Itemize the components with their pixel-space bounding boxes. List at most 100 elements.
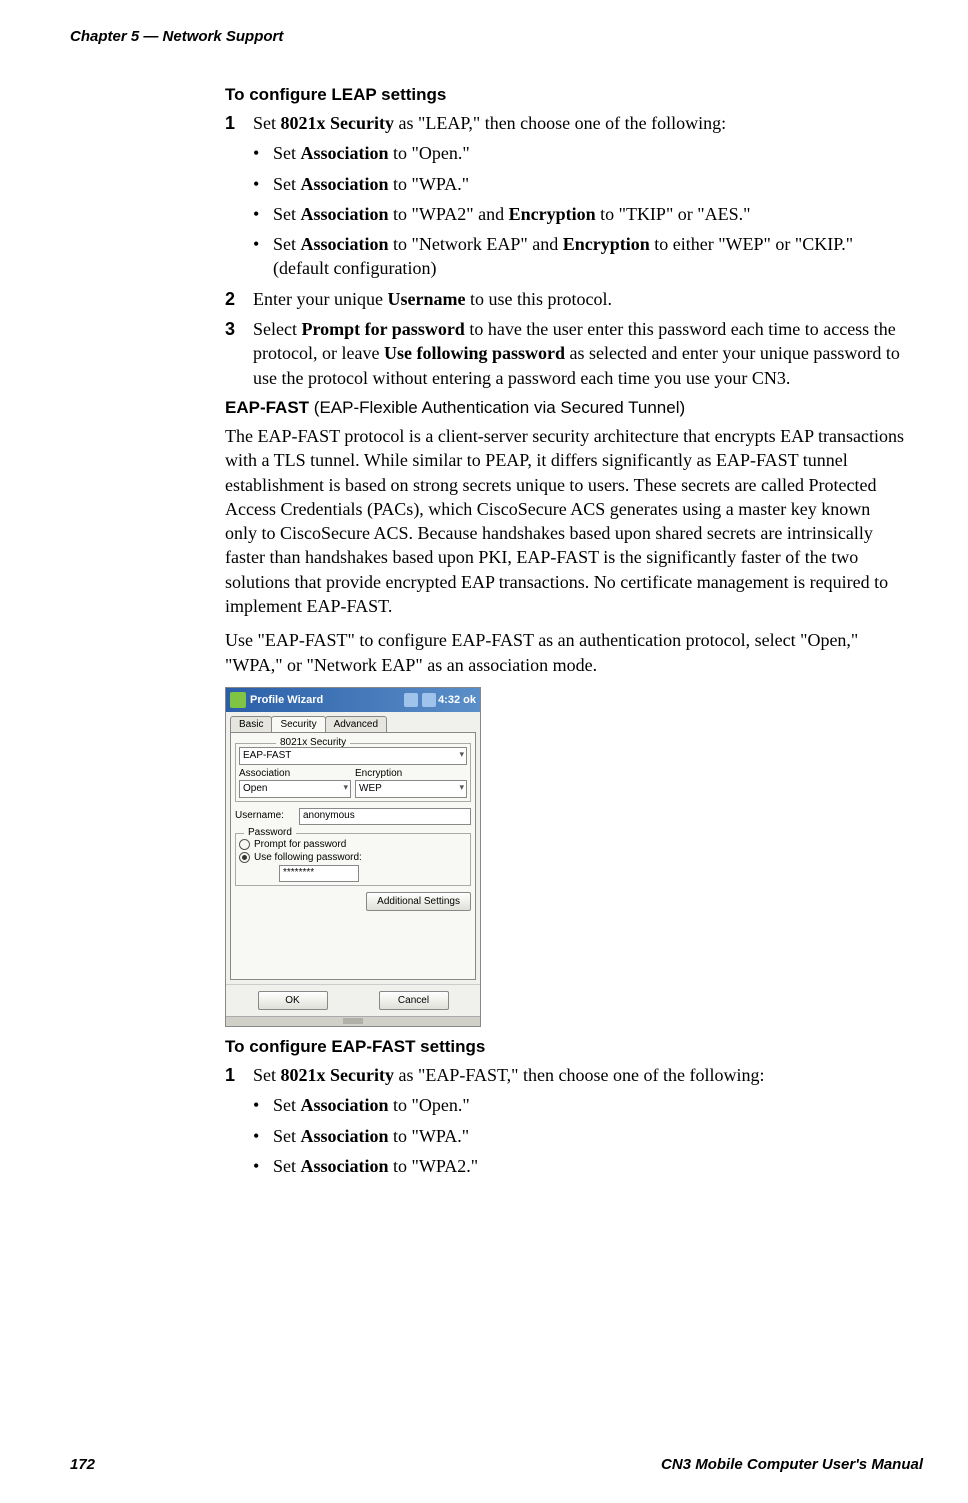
eapfast-config-heading: To configure EAP-FAST settings xyxy=(225,1037,905,1057)
bullet-dot: • xyxy=(253,141,273,165)
text-fragment: Set xyxy=(273,1095,301,1115)
bullet-text: Set Association to "Open." xyxy=(273,1093,905,1117)
bullet-dot: • xyxy=(253,1154,273,1178)
text-fragment: to "Open." xyxy=(389,1095,470,1115)
text-bold: Association xyxy=(301,204,389,224)
tab-security[interactable]: Security xyxy=(271,716,325,732)
cancel-button[interactable]: Cancel xyxy=(379,991,449,1010)
sip-bar[interactable] xyxy=(226,1016,480,1026)
text-bold: Encryption xyxy=(563,234,650,254)
signal-icon[interactable] xyxy=(404,693,418,707)
leap-bullet: • Set Association to "WPA." xyxy=(253,172,905,196)
text-fragment: as "LEAP," then choose one of the follow… xyxy=(394,113,726,133)
bullet-dot: • xyxy=(253,232,273,281)
text-fragment: Set xyxy=(273,1156,301,1176)
bullet-dot: • xyxy=(253,202,273,226)
eapfast-bullet: • Set Association to "Open." xyxy=(253,1093,905,1117)
tab-advanced[interactable]: Advanced xyxy=(325,716,387,732)
main-content: To configure LEAP settings 1 Set 8021x S… xyxy=(225,85,905,1184)
password-input[interactable]: ******** xyxy=(279,865,359,882)
radio-prompt-password[interactable]: Prompt for password xyxy=(239,839,467,850)
text-bold: Use following password xyxy=(384,343,565,363)
eapfast-paragraph: Use "EAP-FAST" to configure EAP-FAST as … xyxy=(225,628,905,677)
password-group: Password Prompt for password Use followi… xyxy=(235,833,471,886)
leap-step-1: 1 Set 8021x Security as "LEAP," then cho… xyxy=(225,111,905,135)
text-fragment: Select xyxy=(253,319,301,339)
step-text: Select Prompt for password to have the u… xyxy=(253,317,905,390)
text-bold: Association xyxy=(301,174,389,194)
text-fragment: (EAP-Flexible Authentication via Secured… xyxy=(309,398,685,417)
text-bold: EAP-FAST xyxy=(225,398,309,417)
step-number: 1 xyxy=(225,111,253,135)
text-fragment: to "Open." xyxy=(389,143,470,163)
text-bold: Encryption xyxy=(509,204,596,224)
step-number: 1 xyxy=(225,1063,253,1087)
start-icon[interactable] xyxy=(230,692,246,708)
username-label: Username: xyxy=(235,810,295,821)
encryption-select[interactable]: WEP xyxy=(355,780,467,798)
eapfast-heading: EAP-FAST (EAP-Flexible Authentication vi… xyxy=(225,398,905,418)
text-fragment: Set xyxy=(273,1126,301,1146)
text-fragment: as "EAP-FAST," then choose one of the fo… xyxy=(394,1065,764,1085)
volume-icon[interactable] xyxy=(422,693,436,707)
text-fragment: to "WPA2" and xyxy=(389,204,509,224)
text-fragment: to "Network EAP" and xyxy=(389,234,563,254)
security-group: 8021x Security EAP-FAST Association Open… xyxy=(235,743,471,802)
clock: 4:32 xyxy=(438,694,460,706)
step-text: Set 8021x Security as "EAP-FAST," then c… xyxy=(253,1063,905,1087)
text-fragment: to "WPA." xyxy=(389,174,470,194)
encryption-label: Encryption xyxy=(355,768,467,779)
bullet-text: Set Association to "WPA." xyxy=(273,1124,905,1148)
page-header: Chapter 5 — Network Support xyxy=(70,28,283,45)
page-footer: 172 CN3 Mobile Computer User's Manual xyxy=(70,1456,923,1473)
leap-heading: To configure LEAP settings xyxy=(225,85,905,105)
security-panel: 8021x Security EAP-FAST Association Open… xyxy=(230,732,476,980)
keyboard-icon xyxy=(343,1018,363,1024)
text-fragment: to "WPA2." xyxy=(389,1156,479,1176)
text-fragment: Enter your unique xyxy=(253,289,387,309)
eapfast-bullet: • Set Association to "WPA." xyxy=(253,1124,905,1148)
step-text: Enter your unique Username to use this p… xyxy=(253,287,905,311)
text-bold: Association xyxy=(301,143,389,163)
association-select[interactable]: Open xyxy=(239,780,351,798)
tab-bar: Basic Security Advanced xyxy=(226,712,480,732)
bullet-dot: • xyxy=(253,1093,273,1117)
text-fragment: to "WPA." xyxy=(389,1126,470,1146)
security-select[interactable]: EAP-FAST xyxy=(239,747,467,765)
text-fragment: Set xyxy=(273,204,301,224)
text-fragment: to use this protocol. xyxy=(465,289,612,309)
leap-step-2: 2 Enter your unique Username to use this… xyxy=(225,287,905,311)
bullet-text: Set Association to "WPA." xyxy=(273,172,905,196)
step-number: 2 xyxy=(225,287,253,311)
ok-title-button[interactable]: ok xyxy=(463,694,476,706)
radio-label: Use following password: xyxy=(254,852,362,863)
leap-bullet: • Set Association to "WPA2" and Encrypti… xyxy=(253,202,905,226)
bullet-dot: • xyxy=(253,1124,273,1148)
text-bold: Association xyxy=(301,1156,389,1176)
radio-label: Prompt for password xyxy=(254,839,346,850)
radio-use-password[interactable]: Use following password: xyxy=(239,852,467,863)
username-input[interactable]: anonymous xyxy=(299,808,471,825)
additional-settings-button[interactable]: Additional Settings xyxy=(366,892,471,911)
profile-wizard-screenshot: Profile Wizard 4:32 ok Basic Security Ad… xyxy=(225,687,481,1027)
eapfast-bullet: • Set Association to "WPA2." xyxy=(253,1154,905,1178)
text-fragment: Set xyxy=(273,143,301,163)
password-legend: Password xyxy=(244,827,296,838)
step-text: Set 8021x Security as "LEAP," then choos… xyxy=(253,111,905,135)
bullet-text: Set Association to "Network EAP" and Enc… xyxy=(273,232,905,281)
leap-step-3: 3 Select Prompt for password to have the… xyxy=(225,317,905,390)
tab-basic[interactable]: Basic xyxy=(230,716,272,732)
text-fragment: to "TKIP" or "AES." xyxy=(596,204,751,224)
step-number: 3 xyxy=(225,317,253,390)
text-bold: Prompt for password xyxy=(301,319,464,339)
text-bold: Username xyxy=(387,289,465,309)
text-bold: Association xyxy=(301,1095,389,1115)
bullet-dot: • xyxy=(253,172,273,196)
text-fragment: Set xyxy=(253,1065,281,1085)
button-bar: OK Cancel xyxy=(226,984,480,1016)
ok-button[interactable]: OK xyxy=(258,991,328,1010)
text-bold: 8021x Security xyxy=(281,113,394,133)
bullet-text: Set Association to "Open." xyxy=(273,141,905,165)
leap-bullet: • Set Association to "Network EAP" and E… xyxy=(253,232,905,281)
manual-title: CN3 Mobile Computer User's Manual xyxy=(661,1456,923,1473)
